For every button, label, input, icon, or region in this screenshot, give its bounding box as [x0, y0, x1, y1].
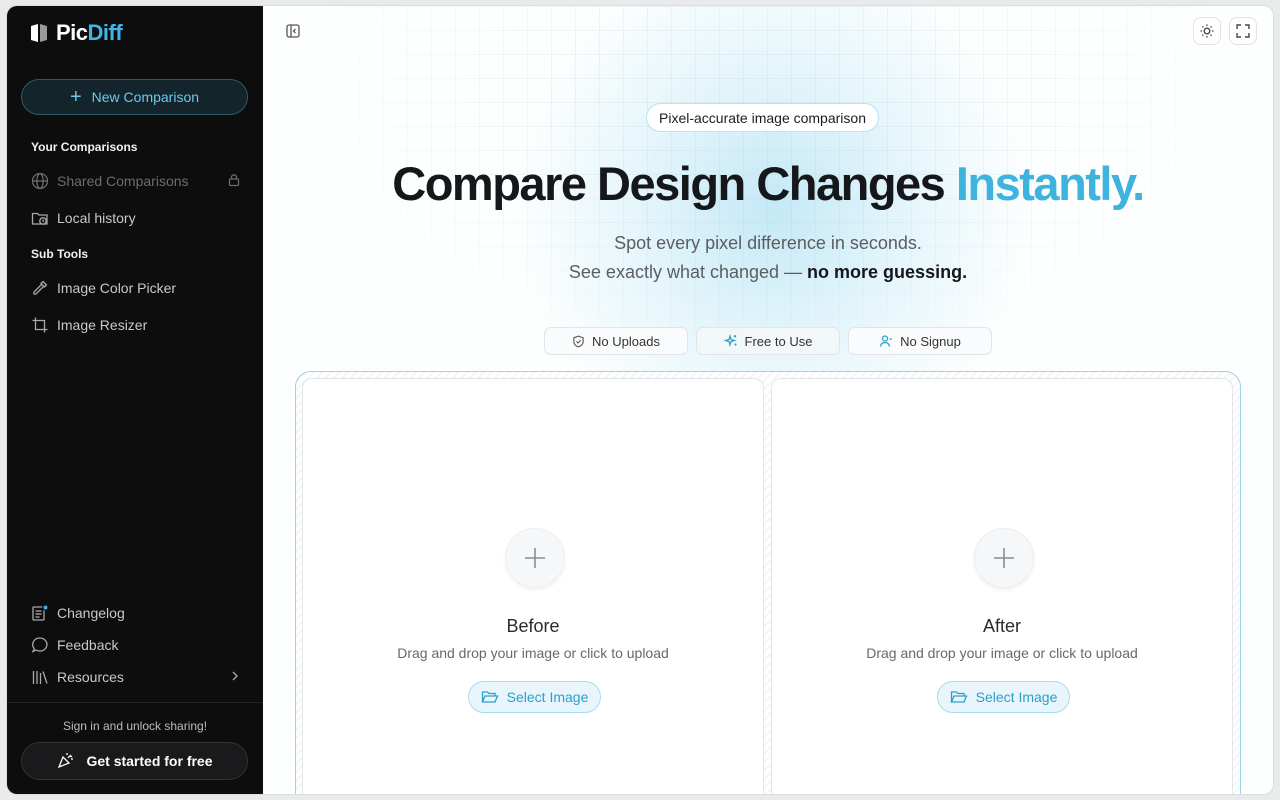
your-comparisons-heading: Your Comparisons: [31, 140, 138, 154]
sidebar-item-feedback[interactable]: Feedback: [31, 633, 241, 657]
before-add-button[interactable]: [505, 528, 565, 588]
sidebar-item-label: Changelog: [57, 605, 125, 621]
new-comparison-button[interactable]: + New Comparison: [21, 79, 248, 115]
hero-subtitle-line1: Spot every pixel difference in seconds.: [614, 233, 922, 253]
after-description: Drag and drop your image or click to upl…: [866, 645, 1138, 661]
before-title: Before: [506, 616, 560, 636]
sidebar-item-label: Feedback: [57, 637, 119, 653]
shield-check-icon: [573, 335, 584, 347]
before-upload-panel[interactable]: Before Drag and drop your image or click…: [302, 378, 764, 794]
logo-text: PicDiff: [56, 20, 123, 45]
after-title: After: [982, 616, 1021, 636]
plus-icon: +: [69, 86, 82, 108]
sidebar-item-local-history[interactable]: Local history: [31, 206, 241, 230]
before-select-image-button[interactable]: Select Image: [468, 681, 601, 713]
plus-icon: [525, 548, 545, 568]
sidebar-collapse-icon: [286, 24, 300, 38]
sidebar-item-shared-comparisons[interactable]: Shared Comparisons: [31, 169, 241, 193]
sidebar-item-label: Image Resizer: [57, 317, 148, 333]
logo-mark-icon: [31, 24, 47, 42]
feature-pill-no-uploads: No Uploads: [544, 327, 688, 355]
sidebar-item-label: Resources: [57, 669, 124, 685]
sidebar-item-label: Image Color Picker: [57, 280, 177, 296]
after-select-image-button[interactable]: Select Image: [937, 681, 1070, 713]
hero-headline: Compare Design Changes Instantly.: [392, 157, 1145, 210]
user-icon: [880, 335, 893, 347]
signin-prompt: Sign in and unlock sharing!: [62, 719, 208, 733]
sidebar-divider: [7, 702, 263, 703]
after-upload-panel[interactable]: After Drag and drop your image or click …: [771, 378, 1233, 794]
before-description: Drag and drop your image or click to upl…: [397, 645, 669, 661]
fullscreen-button[interactable]: [1229, 17, 1257, 45]
main-content: Pixel-accurate image comparison Compare …: [263, 6, 1273, 794]
eyedropper-icon: [31, 279, 49, 297]
party-popper-icon: [56, 750, 76, 773]
sidebar-item-changelog[interactable]: Changelog: [31, 601, 241, 625]
fullscreen-icon: [1236, 24, 1250, 38]
sidebar-item-image-resizer[interactable]: Image Resizer: [31, 313, 241, 337]
sidebar-item-label: Local history: [57, 210, 136, 226]
folder-clock-icon: [31, 209, 49, 227]
sun-icon: [1200, 24, 1214, 38]
feature-pill-free-to-use: Free to Use: [696, 327, 840, 355]
toggle-sidebar-button[interactable]: [279, 17, 307, 45]
hero-badge: Pixel-accurate image comparison: [646, 103, 879, 132]
chat-bubble-icon: [31, 636, 49, 654]
changelog-icon: [31, 604, 49, 622]
app-window: PicDiff + New Comparison Your Comparison…: [7, 6, 1273, 794]
feature-pill-no-signup: No Signup: [848, 327, 992, 355]
folder-open-icon: [481, 691, 499, 703]
chevron-right-icon: [229, 669, 241, 685]
get-started-button[interactable]: Get started for free: [21, 742, 248, 780]
sidebar-item-label: Shared Comparisons: [57, 173, 189, 189]
sidebar: PicDiff + New Comparison Your Comparison…: [7, 6, 263, 794]
library-icon: [31, 668, 49, 686]
theme-toggle-button[interactable]: [1193, 17, 1221, 45]
crop-icon: [31, 316, 49, 334]
after-add-button[interactable]: [974, 528, 1034, 588]
lock-icon: [227, 173, 241, 190]
sidebar-item-image-color-picker[interactable]: Image Color Picker: [31, 276, 241, 300]
get-started-label: Get started for free: [86, 753, 213, 769]
app-logo[interactable]: PicDiff: [28, 20, 123, 46]
plus-icon: [994, 548, 1014, 568]
folder-open-icon: [950, 691, 968, 703]
sidebar-item-resources[interactable]: Resources: [31, 665, 241, 689]
sub-tools-heading: Sub Tools: [31, 247, 89, 261]
new-comparison-label: New Comparison: [91, 89, 200, 105]
sparkles-icon: [723, 334, 737, 348]
hero-subtitle-line2: See exactly what changed — no more guess…: [568, 262, 968, 282]
globe-icon: [31, 172, 49, 190]
